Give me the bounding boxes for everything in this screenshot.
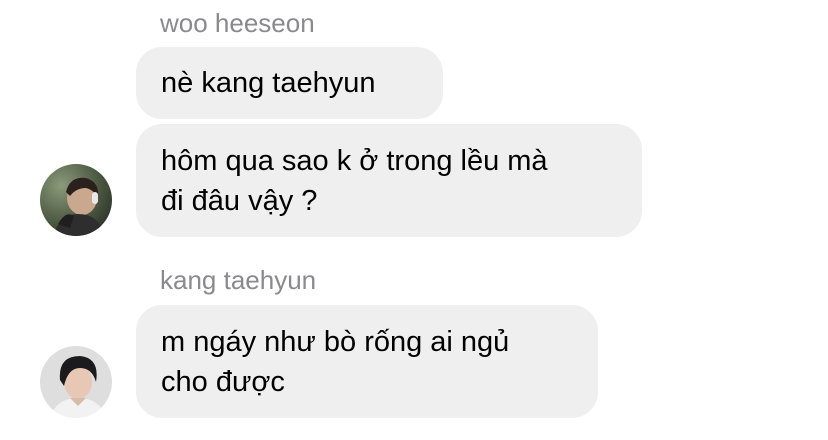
message-bubble[interactable]: m ngáy như bò rống ai ngủ cho được [136,305,598,418]
sender-name-kang-taehyun: kang taehyun [160,265,317,295]
user-avatar-photo-icon [40,164,112,236]
message-text: nè kang taehyun [161,67,376,99]
message-bubble[interactable]: nè kang taehyun [136,47,443,119]
avatar-woo-heeseon[interactable] [40,164,112,236]
message-text: hôm qua sao k ở trong lều mà đi đâu vậy … [161,144,548,217]
chat-thread: woo heeseon nè kang taehyun hôm qua sao … [0,0,828,440]
message-text: m ngáy như bò rống ai ngủ cho được [161,325,510,398]
sender-name-woo-heeseon: woo heeseon [160,8,315,38]
user-avatar-photo-icon [40,346,112,418]
message-bubble[interactable]: hôm qua sao k ở trong lều mà đi đâu vậy … [136,124,642,237]
avatar-kang-taehyun[interactable] [40,346,112,418]
